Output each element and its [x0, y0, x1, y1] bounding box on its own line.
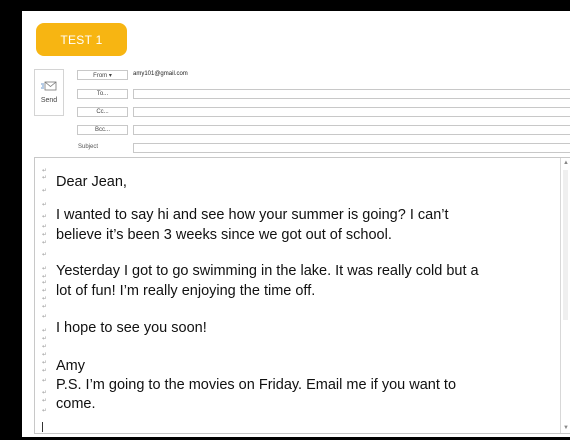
paragraph-mark-icon: ↵ — [42, 239, 48, 246]
cc-button[interactable]: Cc... — [77, 107, 128, 117]
from-address: amy101@gmail.com — [133, 71, 188, 77]
subject-label: Subject — [78, 144, 99, 150]
bcc-button[interactable]: Bcc... — [77, 125, 128, 135]
paragraph-mark-icon: ↵ — [42, 367, 48, 374]
cc-field[interactable] — [133, 107, 570, 117]
paragraph-mark-icon: ↵ — [42, 389, 48, 396]
paragraph-mark-icon: ↵ — [42, 313, 48, 320]
paragraph-mark-icon: ↵ — [42, 223, 48, 230]
subject-field[interactable] — [133, 143, 570, 153]
paragraph-mark-icon: ↵ — [42, 279, 48, 286]
vertical-scrollbar[interactable]: ▲ ▼ — [560, 158, 570, 433]
body-line: believe it’s been 3 weeks since we got o… — [56, 227, 392, 243]
scroll-up-icon[interactable]: ▲ — [562, 159, 570, 167]
paragraph-mark-icon: ↵ — [42, 213, 48, 220]
text-cursor — [42, 422, 43, 432]
paragraph-mark-icon: ↵ — [42, 351, 48, 358]
paragraph-mark-icon: ↵ — [42, 265, 48, 272]
paragraph-mark-icon: ↵ — [42, 287, 48, 294]
paragraph-mark-icon: ↵ — [42, 343, 48, 350]
body-line: come. — [56, 396, 96, 412]
body-line-signature: Amy — [56, 358, 85, 374]
paragraph-mark-icon: ↵ — [42, 303, 48, 310]
paragraph-mark-icon: ↵ — [42, 231, 48, 238]
body-line-greeting: Dear Jean, — [56, 174, 127, 190]
paragraph-mark-icon: ↵ — [42, 187, 48, 194]
paragraph-mark-icon: ↵ — [42, 174, 48, 181]
body-line: Yesterday I got to go swimming in the la… — [56, 263, 479, 279]
paragraph-mark-icon: ↵ — [42, 397, 48, 404]
scroll-thumb[interactable] — [563, 170, 568, 320]
paragraph-mark-icon: ↵ — [42, 201, 48, 208]
paragraph-mark-icon: ↵ — [42, 335, 48, 342]
body-line: lot of fun! I’m really enjoying the time… — [56, 283, 316, 299]
send-label: Send — [40, 97, 58, 104]
message-body[interactable]: ↵ ↵ ↵ ↵ ↵ ↵ ↵ ↵ ↵ ↵ ↵ ↵ ↵ ↵ ↵ ↵ ↵ ↵ ↵ ↵ … — [34, 157, 570, 434]
paragraph-mark-icon: ↵ — [42, 407, 48, 414]
paragraph-mark-icon: ↵ — [42, 377, 48, 384]
send-button[interactable]: Send — [34, 69, 64, 116]
test-label-tag: TEST 1 — [36, 23, 127, 56]
body-line: I wanted to say hi and see how your summ… — [56, 207, 449, 223]
body-line: I hope to see you soon! — [56, 320, 207, 336]
to-field[interactable] — [133, 89, 570, 99]
body-line: P.S. I’m going to the movies on Friday. … — [56, 377, 457, 393]
to-button[interactable]: To... — [77, 89, 128, 99]
paragraph-mark-icon: ↵ — [42, 251, 48, 258]
compose-window: TEST 1 Send From ▾ amy101@gmail.com To..… — [22, 11, 570, 437]
scroll-down-icon[interactable]: ▼ — [562, 424, 570, 432]
from-button[interactable]: From ▾ — [77, 70, 128, 80]
bcc-field[interactable] — [133, 125, 570, 135]
paragraph-mark-icon: ↵ — [42, 327, 48, 334]
paragraph-mark-icon: ↵ — [42, 359, 48, 366]
paragraph-mark-icon: ↵ — [42, 295, 48, 302]
send-envelope-icon — [41, 81, 57, 91]
